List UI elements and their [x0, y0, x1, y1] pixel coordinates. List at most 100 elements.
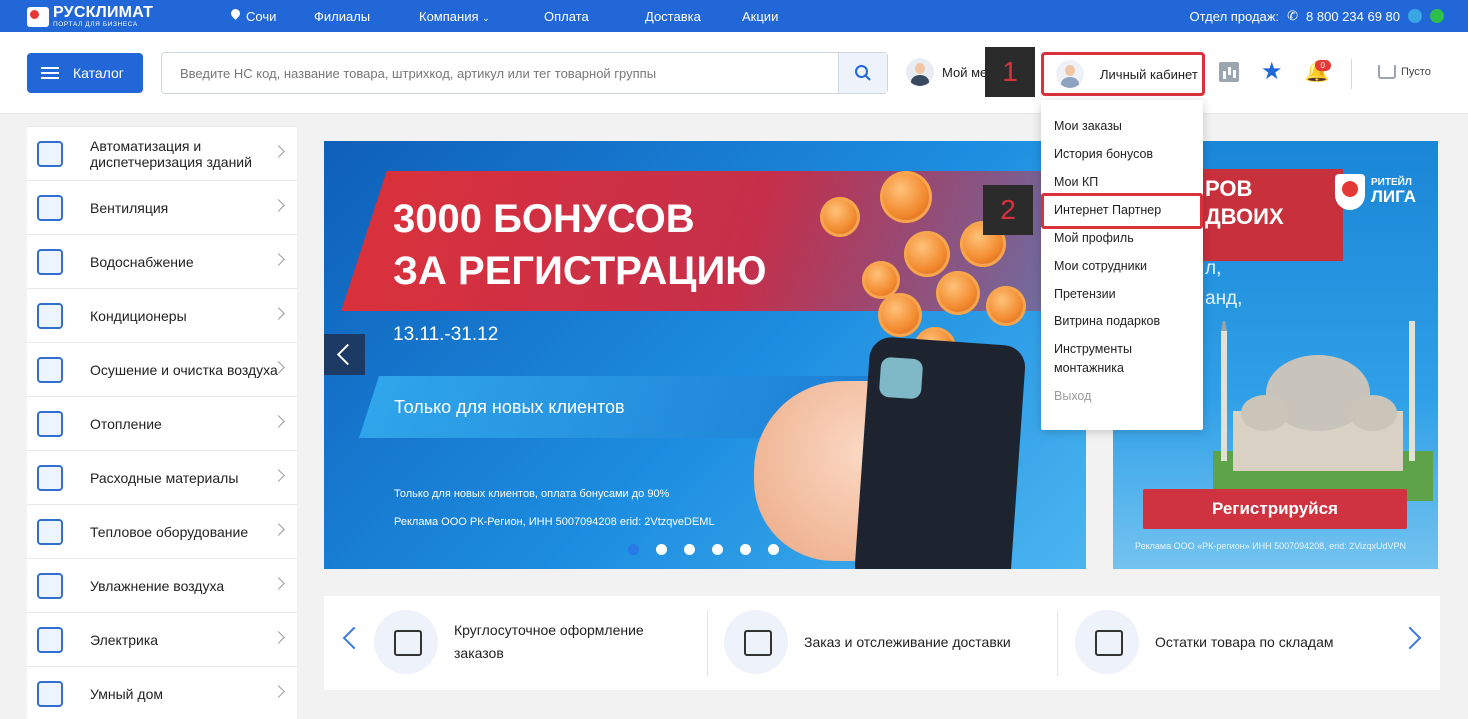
catalog-button[interactable]: Каталог — [27, 53, 143, 93]
menu-item-gift-showcase[interactable]: Витрина подарков — [1054, 312, 1160, 331]
heater-icon — [37, 519, 63, 545]
whatsapp-icon[interactable] — [1430, 9, 1444, 23]
menu-item-logout[interactable]: Выход — [1054, 387, 1091, 406]
promo-banner[interactable]: 3000 БОНУСОВ ЗА РЕГИСТРАЦИЮ 13.11.-31.12… — [324, 141, 1086, 569]
nav-branches[interactable]: Филиалы — [314, 9, 370, 24]
chevron-right-icon[interactable] — [1398, 626, 1422, 650]
sidebar-item-water-supply[interactable]: Водоснабжение — [27, 234, 297, 288]
phone-illustration — [853, 335, 1027, 569]
sidebar-item-air-purification[interactable]: Осушение и очистка воздуха — [27, 342, 297, 396]
search-icon — [855, 65, 871, 81]
coin-icon — [904, 231, 950, 277]
menu-item-installer-tools[interactable]: Инструменты монтажника — [1054, 340, 1184, 378]
sales-contacts: Отдел продаж: ✆ 8 800 234 69 80 — [1190, 0, 1444, 32]
electric-panel-icon — [37, 627, 63, 653]
chevron-right-icon — [272, 631, 285, 644]
pagination-dot[interactable] — [684, 544, 695, 555]
sidebar-item-label: Электрика — [90, 631, 159, 648]
logo-subtitle: ПОРТАЛ ДЛЯ БИЗНЕСА — [53, 21, 138, 28]
side-banner-text: л, анд, — [1205, 258, 1243, 309]
features-strip: Круглосуточное оформление заказов Заказ … — [324, 596, 1440, 690]
menu-item-my-quotes[interactable]: Мои КП — [1054, 173, 1098, 192]
user-avatar-icon — [1056, 60, 1084, 88]
header-divider — [1351, 59, 1352, 89]
chevron-right-icon — [272, 199, 285, 212]
menu-item-my-orders[interactable]: Мои заказы — [1054, 117, 1122, 136]
chevron-right-icon — [272, 469, 285, 482]
sidebar-item-heating[interactable]: Отопление — [27, 396, 297, 450]
feature-label: Заказ и отслеживание доставки — [804, 633, 1011, 650]
pagination-dot[interactable] — [656, 544, 667, 555]
sidebar-item-consumables[interactable]: Расходные материалы — [27, 450, 297, 504]
top-bar: РУСКЛИМАТ ПОРТАЛ ДЛЯ БИЗНЕСА Сочи Филиал… — [0, 0, 1468, 32]
chevron-down-icon: ⌄ — [482, 12, 490, 23]
feature-divider — [1057, 610, 1058, 676]
chevron-right-icon — [272, 685, 285, 698]
sidebar-item-automation[interactable]: Автоматизация и диспетчеризация зданий — [27, 126, 297, 180]
menu-item-my-profile[interactable]: Мой профиль — [1054, 229, 1134, 248]
banner-prev-arrow[interactable] — [324, 334, 365, 375]
nav-delivery[interactable]: Доставка — [645, 9, 701, 24]
sidebar-item-electrics[interactable]: Электрика — [27, 612, 297, 666]
chevron-right-icon — [272, 577, 285, 590]
favorites-star-icon[interactable]: ★ — [1261, 60, 1283, 84]
nav-promotions[interactable]: Акции — [742, 9, 778, 24]
pagination-dot[interactable] — [740, 544, 751, 555]
coin-icon — [936, 271, 980, 315]
chevron-right-icon — [272, 307, 285, 320]
pagination-dot[interactable] — [712, 544, 723, 555]
search-button[interactable] — [838, 53, 887, 93]
sales-phone[interactable]: 8 800 234 69 80 — [1306, 9, 1400, 24]
header-icons: ★ 🔔 0 — [1219, 60, 1331, 84]
nav-company[interactable]: Компания ⌄ — [419, 9, 490, 24]
highlight-internet-partner — [1041, 193, 1203, 229]
pagination-dot[interactable] — [768, 544, 779, 555]
notifications-button[interactable]: 🔔 0 — [1305, 60, 1331, 82]
banner-fine-print: Только для новых клиентов, оплата бонуса… — [394, 488, 670, 500]
nav-payment[interactable]: Оплата — [544, 9, 589, 24]
step-badge-1: 1 — [985, 47, 1035, 97]
account-label: Личный кабинет — [1100, 66, 1198, 82]
cart-button[interactable]: Пусто — [1378, 65, 1431, 79]
sidebar-item-humidification[interactable]: Увлажнение воздуха — [27, 558, 297, 612]
humidifier-icon — [37, 573, 63, 599]
banner-dates: 13.11.-31.12 — [393, 324, 499, 345]
chevron-left-icon[interactable] — [342, 626, 366, 650]
cart-label: Пусто — [1401, 66, 1431, 78]
delivery-truck-icon — [724, 610, 788, 674]
register-button[interactable]: Регистрируйся — [1143, 489, 1407, 529]
feature-delivery-tracking[interactable]: Заказ и отслеживание доставки — [724, 610, 1011, 674]
sidebar-item-thermal-equipment[interactable]: Тепловое оборудование — [27, 504, 297, 558]
account-dropdown-menu: Мои заказы История бонусов Мои КП Интерн… — [1041, 100, 1203, 430]
logo-mark — [27, 6, 49, 27]
search-input[interactable] — [162, 53, 838, 93]
phone-icon: ✆ — [1287, 8, 1299, 23]
compare-chart-icon[interactable] — [1219, 62, 1239, 82]
menu-item-claims[interactable]: Претензии — [1054, 285, 1116, 304]
sidebar-item-label: Автоматизация и диспетчеризация зданий — [90, 137, 252, 170]
pagination-dot[interactable] — [628, 544, 639, 555]
sidebar-item-ventilation[interactable]: Вентиляция — [27, 180, 297, 234]
feature-round-the-clock[interactable]: Круглосуточное оформление заказов — [374, 610, 644, 674]
gear-icon — [37, 465, 63, 491]
radiator-icon — [37, 411, 63, 437]
menu-item-bonus-history[interactable]: История бонусов — [1054, 145, 1153, 164]
faucet-icon — [37, 249, 63, 275]
catalog-label: Каталог — [73, 65, 124, 81]
logo[interactable]: РУСКЛИМАТ ПОРТАЛ ДЛЯ БИЗНЕСА — [27, 5, 153, 29]
feature-label-line2: заказов — [454, 645, 504, 661]
chevron-right-icon — [272, 253, 285, 266]
menu-item-my-employees[interactable]: Мои сотрудники — [1054, 257, 1147, 276]
automation-icon — [37, 141, 63, 167]
feature-stock-balance[interactable]: Остатки товара по складам — [1075, 610, 1334, 674]
retail-league-logo: РИТЕЙЛ ЛИГА — [1335, 174, 1416, 210]
telegram-icon[interactable] — [1408, 9, 1422, 23]
sidebar-item-smart-home[interactable]: Умный дом — [27, 666, 297, 719]
city-selector[interactable]: Сочи — [231, 9, 276, 24]
step-badge-2: 2 — [983, 185, 1033, 235]
chevron-right-icon — [272, 415, 285, 428]
coin-icon — [880, 171, 932, 223]
logo-title: РУСКЛИМАТ — [53, 4, 154, 21]
account-button[interactable]: Личный кабинет — [1041, 52, 1205, 96]
sidebar-item-air-conditioners[interactable]: Кондиционеры — [27, 288, 297, 342]
